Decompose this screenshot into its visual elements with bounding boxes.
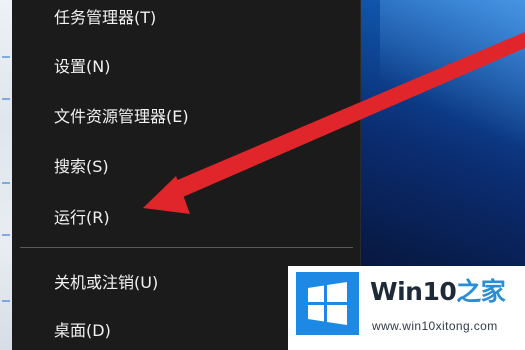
watermark-brand: Win10之家 [370,272,506,308]
site-watermark: Win10之家 www.win10xitong.com [288,266,525,350]
menu-item-search[interactable]: 搜索(S) [12,147,360,183]
wallpaper-light-beam [380,0,525,210]
menu-item-run[interactable]: 运行(R) [12,198,360,234]
background-window-strip [0,0,12,350]
windows-logo-icon [296,272,359,335]
menu-item-settings[interactable]: 设置(N) [12,47,360,83]
menu-item-task-manager[interactable]: 任务管理器(T) [12,0,360,34]
watermark-brand-main: Win10 [370,277,457,306]
menu-item-file-explorer[interactable]: 文件资源管理器(E) [12,97,360,133]
watermark-brand-accent: 之家 [456,277,506,306]
watermark-url: www.win10xitong.com [372,319,498,333]
screen: 任务管理器(T) 设置(N) 文件资源管理器(E) 搜索(S) 运行(R) 关机… [0,0,525,350]
menu-divider [20,247,353,248]
